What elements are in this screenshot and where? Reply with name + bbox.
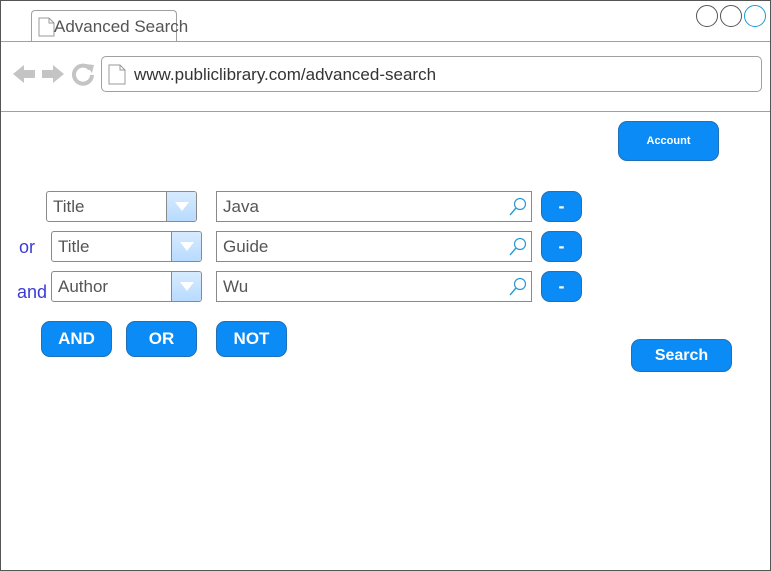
remove-criterion-button[interactable]: - — [541, 231, 582, 262]
toolbar-divider — [1, 111, 770, 112]
refresh-icon[interactable] — [71, 62, 95, 86]
search-icon[interactable] — [509, 277, 527, 296]
add-not-button[interactable]: NOT — [216, 321, 287, 357]
add-and-button[interactable]: AND — [41, 321, 112, 357]
remove-criterion-button[interactable]: - — [541, 191, 582, 222]
tab-strip-divider — [1, 41, 770, 42]
dropdown-arrow[interactable] — [171, 272, 201, 301]
field-select-value: Title — [53, 197, 85, 216]
field-select[interactable]: Title — [46, 191, 197, 222]
minimize-button[interactable] — [696, 5, 718, 27]
search-term-input[interactable] — [217, 192, 507, 221]
field-select-value: Author — [58, 277, 109, 296]
add-or-button[interactable]: OR — [126, 321, 197, 357]
chevron-down-icon — [174, 202, 189, 211]
page-icon — [38, 17, 55, 37]
field-select[interactable]: Title — [51, 231, 202, 262]
search-term-input[interactable] — [217, 272, 507, 301]
remove-criterion-button[interactable]: - — [541, 271, 582, 302]
connector-label: or — [19, 237, 36, 257]
maximize-button[interactable] — [720, 5, 742, 27]
dropdown-arrow[interactable] — [166, 192, 196, 221]
address-bar[interactable]: www.publiclibrary.com/advanced-search — [101, 56, 762, 92]
chevron-down-icon — [179, 242, 194, 251]
chevron-down-icon — [179, 282, 194, 291]
back-arrow-icon[interactable] — [12, 62, 36, 86]
connector-label: and — [17, 282, 48, 302]
search-term-field[interactable] — [216, 191, 532, 222]
field-select-value: Title — [58, 237, 90, 256]
search-icon[interactable] — [509, 237, 527, 256]
tab-title: Advanced Search — [54, 17, 189, 36]
browser-window: Advanced Search www.publiclibrary.com/ad… — [0, 0, 771, 571]
window-controls — [696, 5, 766, 27]
close-button[interactable] — [744, 5, 766, 27]
search-term-input[interactable] — [217, 232, 507, 261]
field-select[interactable]: Author — [51, 271, 202, 302]
browser-tab[interactable]: Advanced Search — [31, 10, 188, 42]
dropdown-arrow[interactable] — [171, 232, 201, 261]
search-term-field[interactable] — [216, 231, 532, 262]
search-button[interactable]: Search — [631, 339, 732, 372]
search-term-field[interactable] — [216, 271, 532, 302]
page-icon — [108, 64, 126, 85]
forward-arrow-icon[interactable] — [41, 62, 65, 86]
account-button[interactable]: Account — [618, 121, 719, 161]
search-icon[interactable] — [509, 197, 527, 216]
url-text: www.publiclibrary.com/advanced-search — [134, 65, 437, 84]
